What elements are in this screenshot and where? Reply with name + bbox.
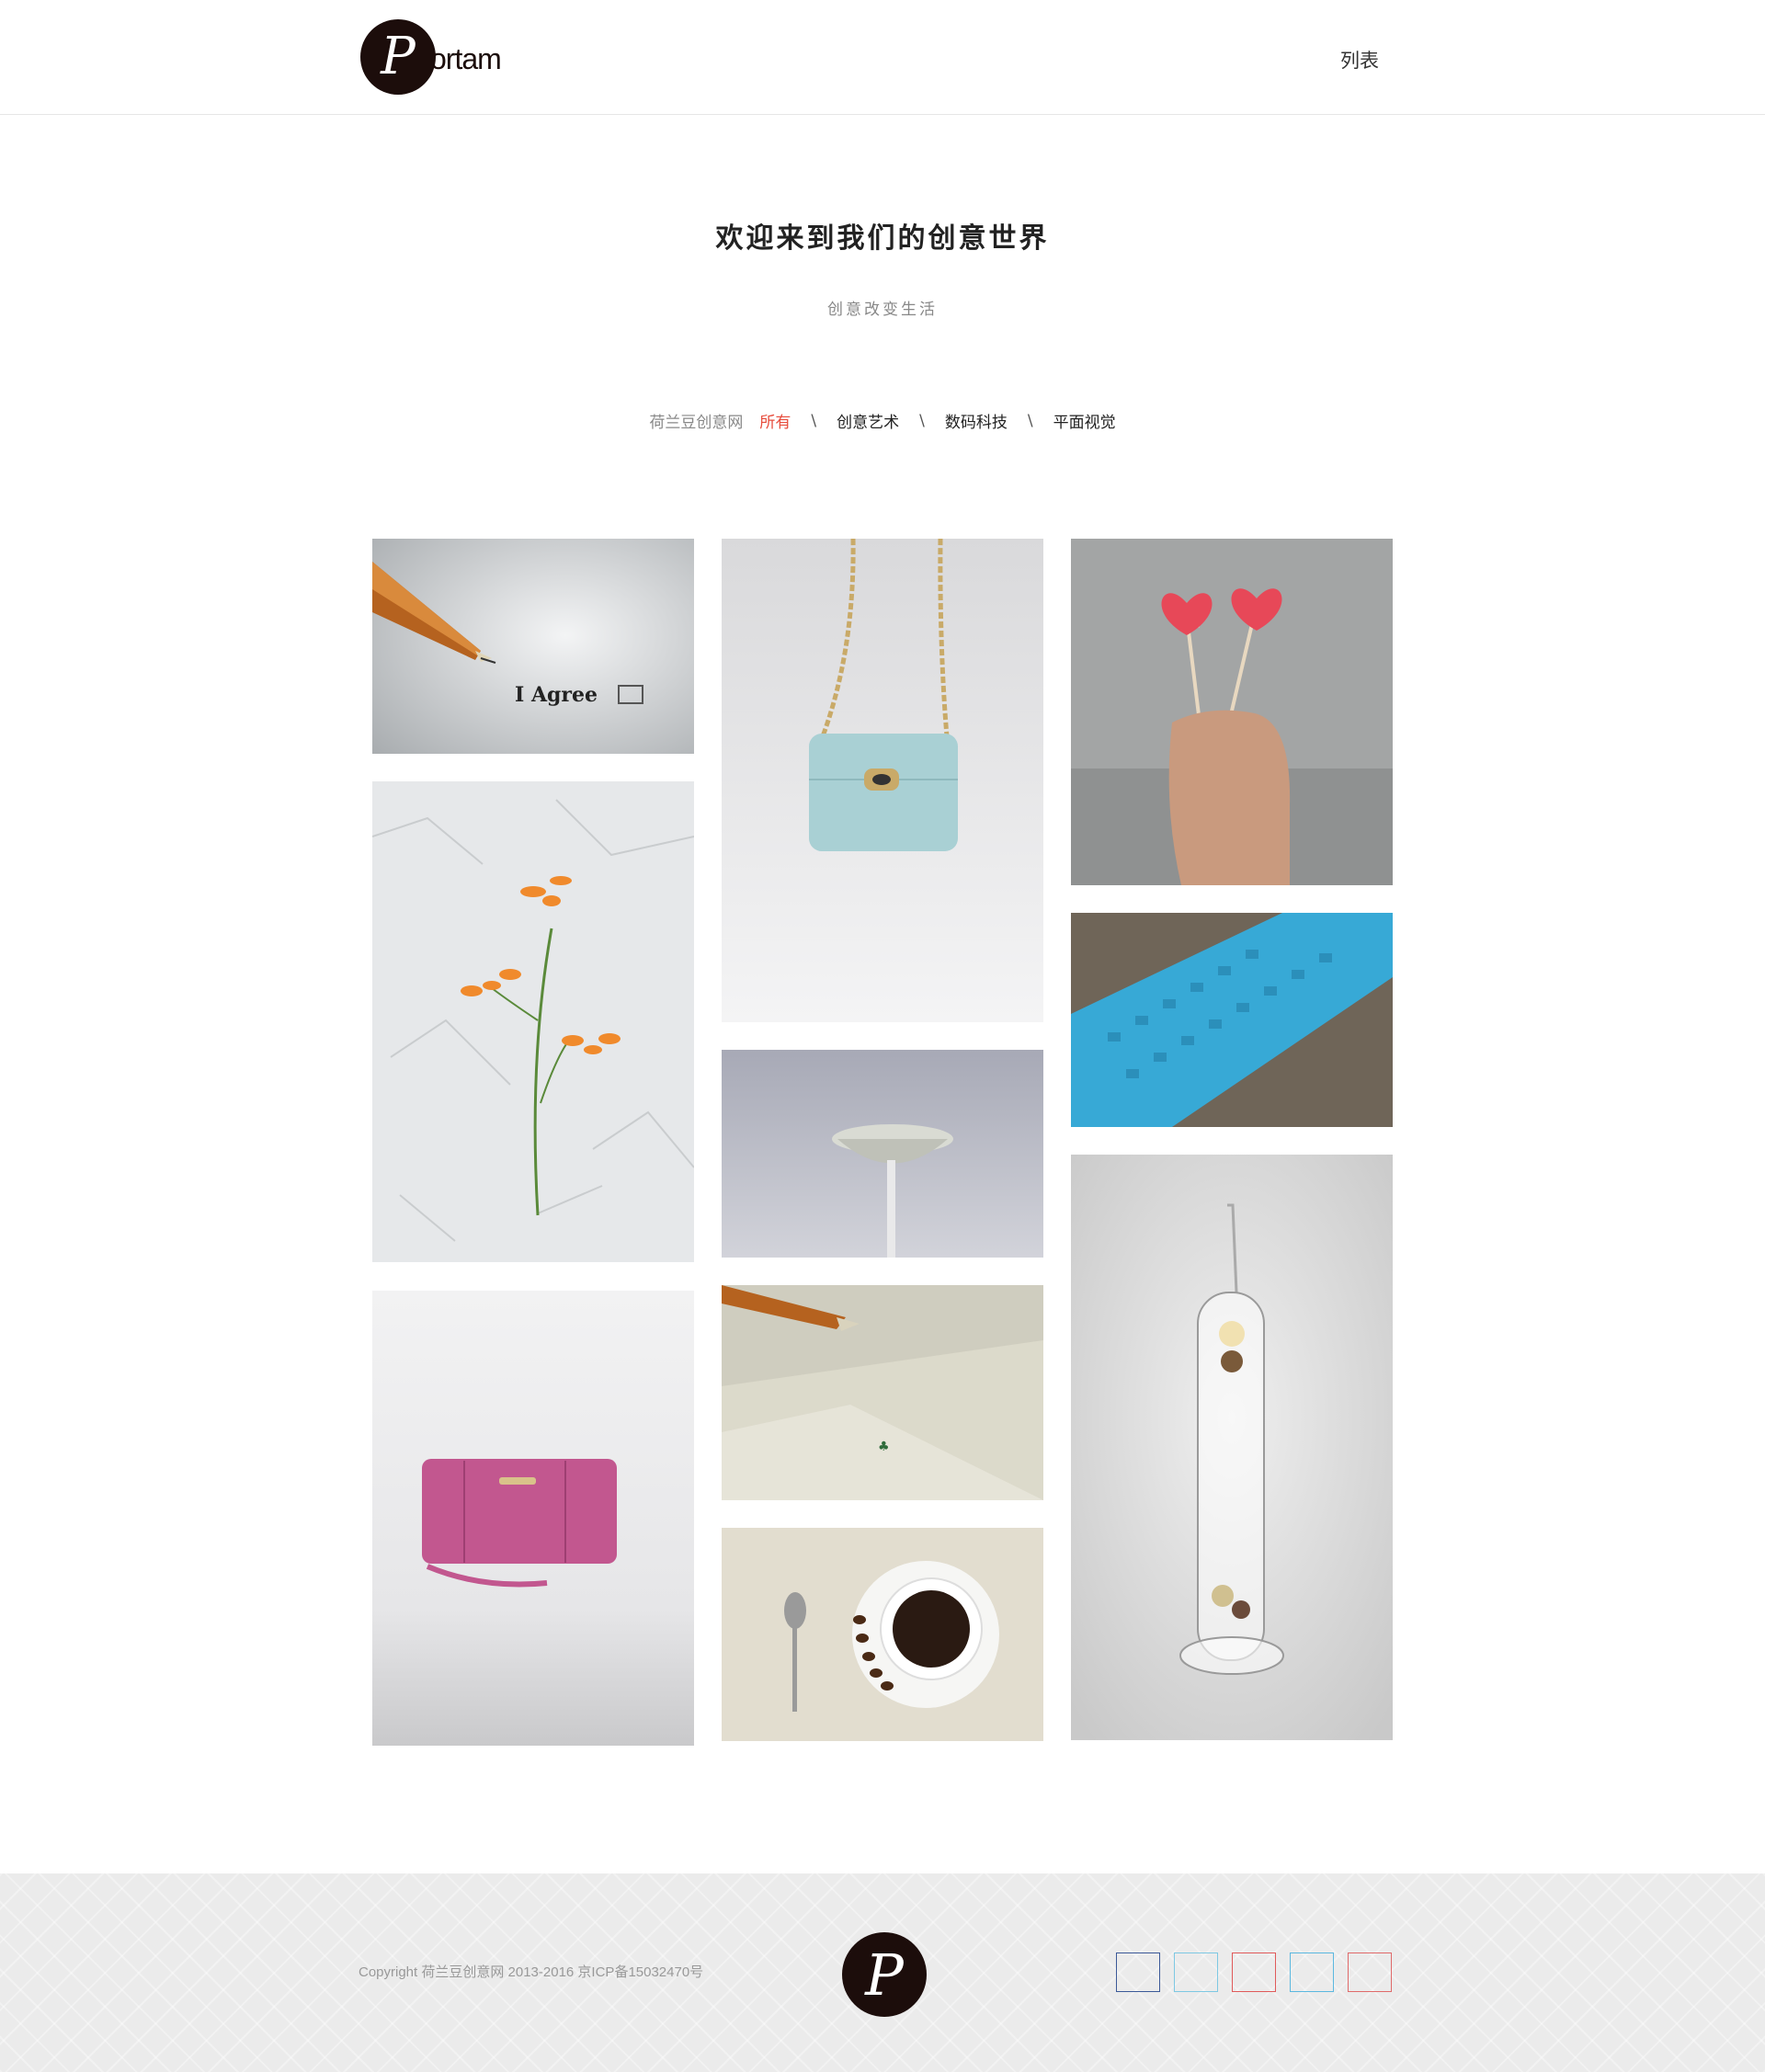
social-icon-2[interactable] [1174,1952,1218,1992]
agree-text: I Agree [515,683,598,707]
pink-wallet-image [372,1291,694,1746]
blue-handbag-image [722,539,1043,1022]
gallery-item-glass-thermometer[interactable] [1071,1155,1393,1740]
gallery-item-blue-keyboard[interactable] [1071,913,1393,1127]
site-footer: Copyright 荷兰豆创意网 2013-2016 京ICP备15032470… [0,1873,1765,2072]
pen-agree-image: I Agree [372,539,694,754]
logo-text: ortam [430,41,502,75]
filter-separator: \ [811,411,817,430]
social-icon-1[interactable] [1116,1952,1160,1992]
gallery-item-pen-envelope[interactable]: ♣ [722,1285,1043,1500]
gallery-item-street-lamp[interactable] [722,1050,1043,1258]
gallery-item-blue-handbag[interactable] [722,539,1043,1022]
social-icon-3[interactable] [1232,1952,1276,1992]
site-header: P ortam 列表 [0,0,1765,115]
glass-thermometer-image [1071,1155,1393,1740]
menu-list-link[interactable]: 列表 [1340,46,1379,74]
gallery-item-coffee-cup[interactable] [722,1528,1043,1741]
filter-separator: \ [919,411,925,430]
footer-logo[interactable]: P [842,1932,927,2017]
orange-flower-image [372,781,694,1262]
site-logo[interactable]: P ortam [360,18,544,96]
gallery-item-orange-flower[interactable] [372,781,694,1262]
category-filter: 荷兰豆创意网 所有 \ 创意艺术 \ 数码科技 \ 平面视觉 [0,409,1765,433]
filter-item-creative-art[interactable]: 创意艺术 [837,409,899,432]
street-lamp-image [722,1050,1043,1258]
blue-keyboard-image [1071,913,1393,1127]
filter-item-graphic-visual[interactable]: 平面视觉 [1053,409,1116,432]
social-links [1116,1952,1392,1992]
social-icon-4[interactable] [1290,1952,1334,1992]
social-icon-5[interactable] [1348,1952,1392,1992]
gallery-item-heart-lollipops[interactable] [1071,539,1393,885]
heart-lollipops-image [1071,539,1393,885]
logo-mark: P [360,19,436,95]
filter-item-all[interactable]: 所有 [759,409,791,432]
copyright-text: Copyright 荷兰豆创意网 2013-2016 京ICP备15032470… [359,1964,704,1980]
filter-item-digital-tech[interactable]: 数码科技 [945,409,1008,432]
gallery-item-pink-wallet[interactable] [372,1291,694,1746]
pen-envelope-image: ♣ [722,1285,1043,1500]
clover-icon: ♣ [878,1440,890,1454]
page-subtitle: 创意改变生活 [827,301,938,319]
filter-separator: \ [1027,411,1033,430]
page-title: 欢迎来到我们的创意世界 [715,222,1050,255]
gallery-item-pen-agree[interactable]: I Agree [372,539,694,754]
filter-brand: 荷兰豆创意网 [649,414,744,432]
coffee-cup-image [722,1528,1043,1741]
